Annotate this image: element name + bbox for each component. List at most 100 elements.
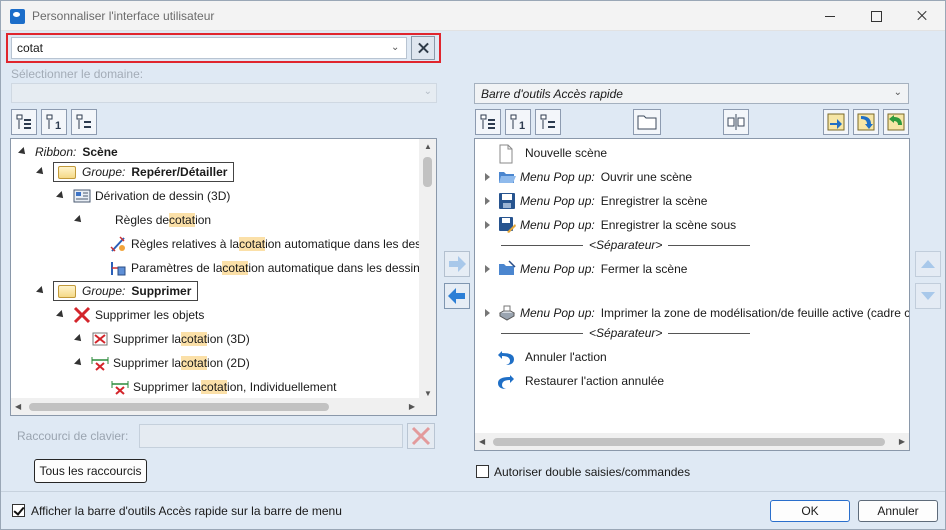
add-separator-button[interactable] <box>723 109 749 135</box>
scroll-left-icon[interactable]: ◀ <box>15 402 21 411</box>
close-button[interactable] <box>899 1 945 31</box>
scroll-thumb[interactable] <box>423 157 432 187</box>
list-item-annuler[interactable]: Annuler l'action <box>497 346 607 368</box>
tree-expand-icon <box>480 114 495 129</box>
list-separator[interactable]: <Séparateur> <box>495 323 756 343</box>
tree-horizontal-scrollbar[interactable]: ◀ ▶ <box>11 398 419 415</box>
tree-label: Supprimer la <box>113 356 182 370</box>
tree-node-parametres[interactable]: Paramètres de la cotat ion automatique da… <box>109 257 420 279</box>
list-item-imprimer[interactable]: Menu Pop up: Imprimer la zone de modélis… <box>485 302 910 324</box>
list-separator[interactable]: <Séparateur> <box>495 235 756 255</box>
scroll-right-icon[interactable]: ▶ <box>409 402 415 411</box>
expand-arrow-icon[interactable] <box>485 173 490 181</box>
tree-node-supprimer-2d[interactable]: Supprimer la cotat ion (2D) <box>74 352 250 374</box>
tree-label: ion automatique dans les dessin <box>248 261 420 275</box>
right-collapse-all-button[interactable] <box>535 109 561 135</box>
group-box[interactable]: Groupe: Supprimer <box>53 281 199 301</box>
expand-arrow-icon[interactable] <box>18 147 28 157</box>
sort-button[interactable]: 1 <box>41 109 67 135</box>
cancel-button[interactable]: Annuler <box>858 500 938 522</box>
tree-node-ribbon[interactable]: Ribbon: Scène <box>18 141 118 163</box>
group-name: Repérer/Détailler <box>131 165 228 179</box>
list-item-ouvrir[interactable]: Menu Pop up: Ouvrir une scène <box>485 166 692 188</box>
scroll-right-icon[interactable]: ▶ <box>899 437 905 446</box>
chevron-down-icon[interactable]: ⌄ <box>391 42 403 54</box>
clear-search-button[interactable] <box>411 36 435 60</box>
group-folder-icon <box>58 284 76 298</box>
expand-all-button[interactable] <box>11 109 37 135</box>
list-item-enregistrer[interactable]: Menu Pop up: Enregistrer la scène <box>485 190 707 212</box>
tree-label: ion (3D) <box>207 332 250 346</box>
move-down-button[interactable] <box>915 283 941 309</box>
expand-arrow-icon[interactable] <box>74 215 84 225</box>
scroll-up-icon[interactable]: ▲ <box>424 142 432 151</box>
quick-access-list[interactable]: Nouvelle scène Menu Pop up: Ouvrir une s… <box>474 138 910 451</box>
minimize-button[interactable] <box>807 1 853 31</box>
drawing-derivation-icon <box>73 187 91 205</box>
list-item-nouvelle[interactable]: Nouvelle scène <box>497 142 607 164</box>
scroll-left-icon[interactable]: ◀ <box>479 437 485 446</box>
ribbon-prefix: Ribbon: <box>35 145 77 159</box>
expand-arrow-icon[interactable] <box>485 221 490 229</box>
expand-arrow-icon[interactable] <box>74 334 84 344</box>
right-expand-all-button[interactable] <box>475 109 501 135</box>
remove-from-toolbar-button[interactable] <box>444 283 470 309</box>
tree-node-supprimer-3d[interactable]: Supprimer la cotat ion (3D) <box>74 328 250 350</box>
list-label: Ouvrir une scène <box>600 170 693 184</box>
show-toolbar-checkbox[interactable] <box>12 504 25 517</box>
scroll-thumb[interactable] <box>493 438 885 446</box>
tree-vertical-scrollbar[interactable]: ▲ ▼ <box>419 139 436 400</box>
tree-node-supprimer-objets[interactable]: Supprimer les objets <box>56 304 204 326</box>
list-label: Imprimer la zone de modélisation/de feui… <box>600 306 910 320</box>
list-item-fermer[interactable]: Menu Pop up: Fermer la scène <box>485 258 687 280</box>
expand-arrow-icon[interactable] <box>74 358 84 368</box>
search-match: cotat <box>169 213 196 227</box>
tree-label: ion automatique dans les des <box>265 237 422 251</box>
list-horizontal-scrollbar[interactable]: ◀ ▶ <box>475 433 909 450</box>
ribbon-name: Scène <box>82 145 118 159</box>
expand-arrow-icon[interactable] <box>485 265 490 273</box>
tree-node-group-supprimer[interactable]: Groupe: Supprimer <box>36 280 199 302</box>
expand-arrow-icon[interactable] <box>485 309 490 317</box>
shortcut-input[interactable] <box>139 424 403 448</box>
domain-select[interactable]: ⌄ <box>11 83 437 103</box>
allow-double-checkbox[interactable] <box>476 465 489 478</box>
expand-arrow-icon[interactable] <box>56 310 66 320</box>
tree-node-regles[interactable]: Règles de cotat ion <box>74 209 211 231</box>
delete-shortcut-button[interactable] <box>407 423 435 449</box>
add-to-toolbar-button[interactable] <box>444 251 470 277</box>
title-bar: Personnaliser l'interface utilisateur <box>1 1 945 31</box>
tree-node-regles-relatives[interactable]: Règles relatives à la cotat ion automatiq… <box>109 233 421 255</box>
tree-node-group-reperer[interactable]: Groupe: Repérer/Détailler <box>36 161 235 183</box>
move-up-button[interactable] <box>915 251 941 277</box>
domain-label: Sélectionner le domaine: <box>11 67 144 81</box>
new-folder-button[interactable] <box>633 109 661 135</box>
export-button[interactable] <box>853 109 879 135</box>
all-shortcuts-button[interactable]: Tous les raccourcis <box>34 459 147 483</box>
maximize-button[interactable] <box>853 1 899 31</box>
reset-icon <box>887 113 905 131</box>
list-item-enregistrer-sous[interactable]: Menu Pop up: Enregistrer la scène sous <box>485 214 736 236</box>
list-item-restaurer[interactable]: Restaurer l'action annulée <box>497 370 664 392</box>
expand-arrow-icon[interactable] <box>485 197 490 205</box>
scroll-down-icon[interactable]: ▼ <box>424 389 432 398</box>
toolbar-select[interactable]: Barre d'outils Accès rapide ⌄ <box>474 83 909 104</box>
expand-arrow-icon[interactable] <box>56 191 66 201</box>
group-prefix: Groupe: <box>82 284 126 298</box>
popup-prefix: Menu Pop up: <box>520 218 595 232</box>
tree-node-derivation[interactable]: Dérivation de dessin (3D) <box>56 185 230 207</box>
expand-arrow-icon[interactable] <box>36 167 46 177</box>
group-box[interactable]: Groupe: Repérer/Détailler <box>53 162 235 182</box>
right-sort-button[interactable]: 1 <box>505 109 531 135</box>
command-tree[interactable]: Ribbon: Scène Groupe: Repérer/Détailler … <box>10 138 437 416</box>
expand-arrow-icon[interactable] <box>36 286 46 296</box>
import-button[interactable] <box>823 109 849 135</box>
scroll-thumb[interactable] <box>29 403 329 411</box>
tree-node-supprimer-individuellement[interactable]: Supprimer la cotat ion, Individuellement <box>111 376 336 398</box>
search-input[interactable]: cotat <box>11 37 407 59</box>
folder-icon <box>637 115 657 130</box>
collapse-all-button[interactable] <box>71 109 97 135</box>
ok-button[interactable]: OK <box>770 500 850 522</box>
open-folder-icon <box>498 168 516 186</box>
reset-button[interactable] <box>883 109 909 135</box>
